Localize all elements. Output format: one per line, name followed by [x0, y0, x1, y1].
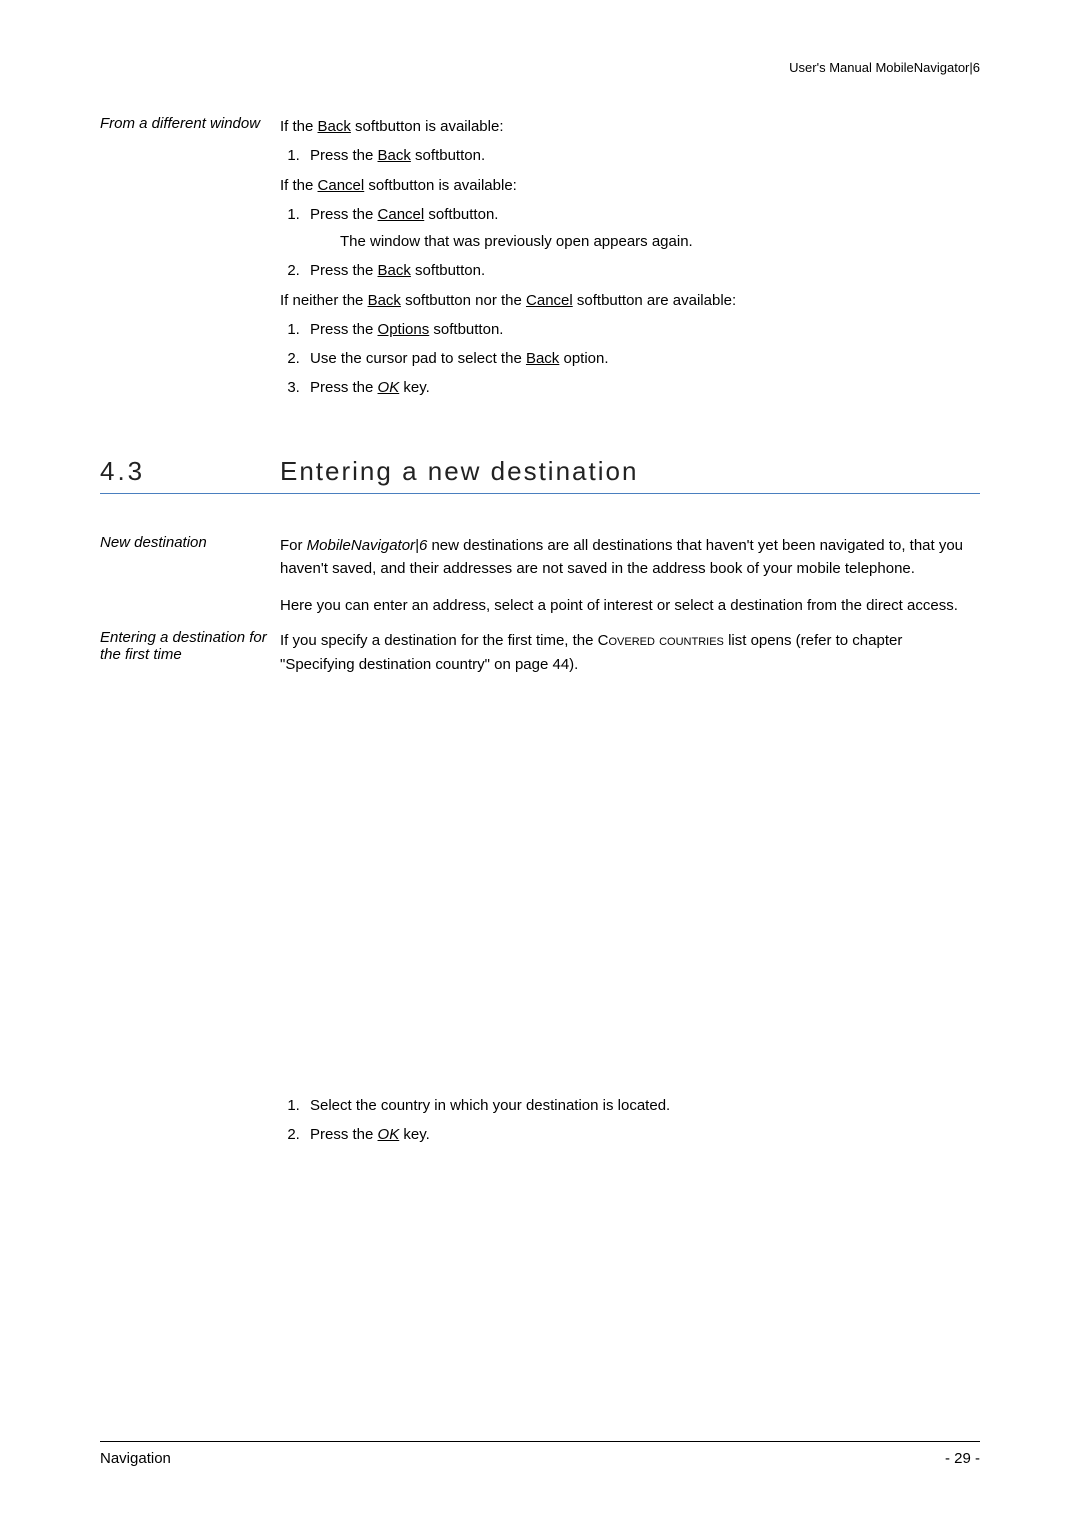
figure-placeholder [100, 688, 980, 1088]
block-new-destination: New destination For MobileNavigator|6 ne… [100, 534, 980, 624]
margin-note: From a different window [100, 115, 280, 406]
block-from-different-window: From a different window If the Back soft… [100, 115, 980, 406]
section-heading: 4.3 Entering a new destination [100, 456, 980, 494]
cancel-softbutton-ref: Cancel [318, 177, 365, 194]
page-footer: Navigation - 29 - [100, 1441, 980, 1467]
list-item: Use the cursor pad to select the Back op… [304, 347, 980, 370]
block-first-time: Entering a destination for the first tim… [100, 629, 980, 682]
list-item: Press the Cancel softbutton. The window … [304, 203, 980, 254]
list-item: Press the Back softbutton. [304, 144, 980, 167]
block-steps: Select the country in which your destina… [100, 1088, 980, 1153]
body-text: Select the country in which your destina… [280, 1088, 980, 1153]
product-name: MobileNavigator|6 [307, 537, 428, 554]
page-header-right: User's Manual MobileNavigator|6 [100, 60, 980, 75]
body-text: If you specify a destination for the fir… [280, 629, 980, 682]
section-title: Entering a new destination [280, 456, 638, 487]
body-text: For MobileNavigator|6 new destinations a… [280, 534, 980, 624]
list-item: Select the country in which your destina… [304, 1094, 980, 1117]
covered-countries-ref: Covered countries [598, 632, 724, 649]
margin-note: New destination [100, 534, 280, 624]
ok-key-ref: OK [378, 379, 400, 396]
back-softbutton-ref: Back [318, 118, 351, 135]
list-item: Press the Options softbutton. [304, 318, 980, 341]
margin-note: Entering a destination for the first tim… [100, 629, 280, 682]
list-item: Press the OK key. [304, 376, 980, 399]
section-number: 4.3 [100, 456, 280, 487]
footer-page-number: - 29 - [945, 1450, 980, 1467]
footer-section: Navigation [100, 1450, 171, 1467]
ok-key-ref: OK [378, 1126, 400, 1143]
body-text: If the Back softbutton is available: Pre… [280, 115, 980, 406]
options-softbutton-ref: Options [378, 321, 430, 338]
list-item: Press the Back softbutton. [304, 259, 980, 282]
list-item: Press the OK key. [304, 1123, 980, 1146]
